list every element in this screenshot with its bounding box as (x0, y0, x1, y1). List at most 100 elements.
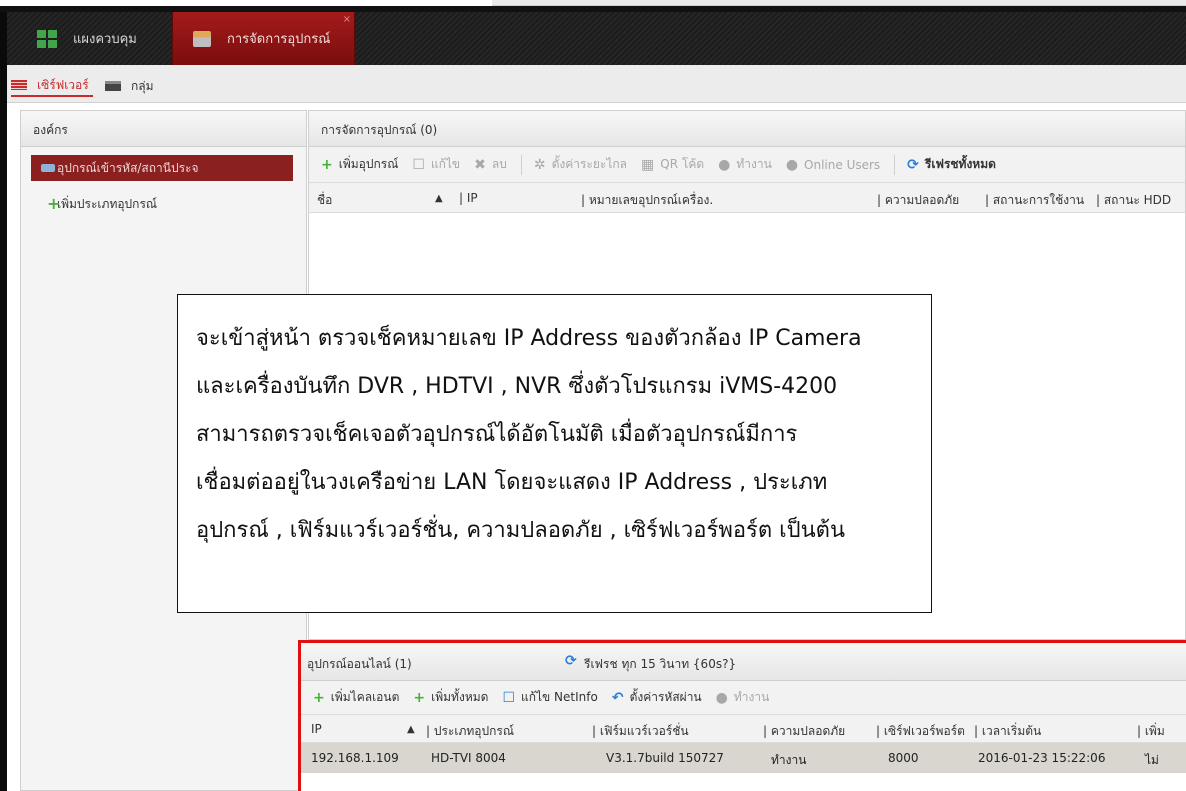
callout-line-3: สามารถตรวจเช็คเจอตัวอุปกรณ์ได้อัตโนมัติ … (196, 422, 798, 447)
delete-icon: ✖ (474, 156, 486, 173)
online-devices-panel: อุปกรณ์ออนไลน์ (1) ⟳ รีเฟรช ทุก 15 วินาท… (298, 640, 1186, 791)
tab-device-management-label: การจัดการอุปกรณ์ (227, 32, 331, 47)
callout-line-2: และเครื่องบันทึก DVR , HDTVI , NVR ซึ่งต… (196, 374, 838, 399)
annotation-callout: จะเข้าสู่หน้า ตรวจเช็คหมายเลข IP Address… (177, 294, 932, 613)
refresh-icon: ⟳ (907, 156, 919, 173)
remote-config-label: ตั้งค่าระยะไกล (551, 157, 628, 171)
org-item-encoding-device[interactable]: อุปกรณ์เข้ารหัส/สถานีประจ (31, 155, 293, 181)
tab-group-label: กลุ่ม (131, 78, 154, 93)
cell-device-type: HD-TVI 8004 (431, 751, 506, 765)
organization-panel-title: องค์กร (21, 111, 306, 147)
encoder-device-icon (41, 164, 55, 172)
online-activate-label: ทำงาน (733, 690, 770, 704)
callout-line-4: เชื่อมต่ออยู่ในวงเครือข่าย LAN โดยจะแสดง… (196, 470, 828, 495)
sort-ascending-icon: ▲ (407, 724, 415, 735)
remote-config-button[interactable]: ✲ ตั้งค่าระยะไกล (534, 155, 627, 174)
online-users-label: Online Users (804, 157, 881, 172)
grid-icon (37, 29, 57, 48)
online-devices-header: อุปกรณ์ออนไลน์ (1) ⟳ รีเฟรช ทุก 15 วินาท… (301, 643, 1186, 681)
add-all-button[interactable]: + เพิ่มทั้งหมด (413, 688, 488, 707)
undo-icon: ↶ (611, 689, 624, 706)
column-header-firmware[interactable]: | เฟิร์มแวร์เวอร์ชั่น (592, 722, 689, 741)
add-device-button[interactable]: + เพิ่มอุปกรณ์ (321, 155, 398, 174)
refresh-all-button[interactable]: ⟳ รีเฟรชทั้งหมด (907, 155, 996, 174)
user-icon: ● (785, 156, 799, 173)
org-item-encoding-device-label: อุปกรณ์เข้ารหัส/สถานีประจ (57, 160, 199, 175)
column-header-device-type[interactable]: | ประเภทอุปกรณ์ (426, 722, 514, 741)
callout-line-5: อุปกรณ์ , เฟิร์มแวร์เวอร์ชั่น, ความปลอดภ… (196, 518, 845, 543)
device-manager-icon (193, 30, 211, 47)
sort-ascending-icon: ▲ (435, 193, 443, 204)
add-all-label: เพิ่มทั้งหมด (431, 690, 489, 704)
tab-server[interactable]: เซิร์ฟเวอร์ (11, 75, 93, 97)
column-header-added[interactable]: | เพิ่ม (1137, 722, 1165, 741)
toolbar-divider (894, 154, 896, 175)
server-icon (11, 80, 27, 90)
delete-device-button[interactable]: ✖ ลบ (474, 155, 507, 174)
online-table-header: IP ▲ | ประเภทอุปกรณ์ | เฟิร์มแวร์เวอร์ชั… (301, 715, 1186, 743)
tab-control-panel-label: แผงควบคุม (73, 32, 137, 47)
edit-netinfo-button[interactable]: ☐ แก้ไข NetInfo (502, 688, 597, 707)
plus-icon: + (47, 194, 61, 213)
column-header-hdd-status[interactable]: | สถานะ HDD (1096, 191, 1171, 210)
lightbulb-icon: ● (715, 689, 728, 706)
column-header-name[interactable]: ชื่อ (317, 191, 332, 210)
qr-code-icon: ▦ (641, 156, 655, 173)
column-header-start-time[interactable]: | เวลาเริ่มต้น (974, 722, 1041, 741)
toolbar-divider (520, 154, 522, 175)
qr-code-button[interactable]: ▦ QR โค้ด (641, 155, 704, 174)
plus-icon: + (321, 156, 333, 173)
main-tab-bar: แผงควบคุม การจัดการอุปกรณ์ × (7, 12, 1186, 65)
column-header-security[interactable]: | ความปลอดภัย (763, 722, 845, 741)
tab-group[interactable]: กลุ่ม (105, 75, 154, 97)
tab-server-label: เซิร์ฟเวอร์ (37, 77, 89, 92)
tab-control-panel[interactable]: แผงควบคุม (37, 12, 167, 65)
lightbulb-icon: ● (718, 156, 731, 173)
device-management-title: การจัดการอุปกรณ์ (0) (309, 111, 1185, 147)
device-toolbar: + เพิ่มอุปกรณ์ ☐ แก้ไข ✖ ลบ ✲ ตั้งค่าระย… (309, 147, 1185, 183)
cell-added: ไม่ (1145, 753, 1159, 767)
edit-device-label: แก้ไข (430, 157, 461, 171)
device-table-header: ชื่อ ▲ | IP | หมายเลขอุปกรณ์เครื่อง. | ค… (309, 183, 1185, 213)
add-client-label: เพิ่มไคลเอนต (330, 690, 400, 704)
cell-start-time: 2016-01-23 15:22:06 (978, 751, 1106, 765)
reset-password-label: ตั้งค่ารหัสผ่าน (629, 690, 702, 704)
close-tab-icon[interactable]: × (343, 14, 351, 25)
table-row[interactable]: 192.168.1.109 HD-TVI 8004 V3.1.7build 15… (301, 743, 1186, 773)
column-header-ip[interactable]: | IP (459, 191, 478, 205)
cell-ip: 192.168.1.109 (311, 751, 399, 765)
online-activate-button[interactable]: ● ทำงาน (716, 688, 770, 707)
online-users-button[interactable]: ● Online Users (786, 157, 880, 173)
refresh-interval-text[interactable]: รีเฟรช ทุก 15 วินาท {60s?} (584, 655, 736, 674)
qr-code-label: QR โค้ด (660, 157, 705, 171)
activate-label: ทำงาน (736, 157, 772, 171)
ivms-window: แผงควบคุม การจัดการอุปกรณ์ × เซิร์ฟเวอร์… (0, 0, 1186, 791)
column-header-security[interactable]: | ความปลอดภัย (877, 191, 959, 210)
reset-password-button[interactable]: ↶ ตั้งค่ารหัสผ่าน (612, 688, 702, 707)
plus-icon: + (313, 689, 325, 706)
refresh-icon: ⟳ (565, 653, 577, 669)
column-header-serial[interactable]: | หมายเลขอุปกรณ์เครื่อง. (581, 191, 713, 210)
edit-icon: ☐ (502, 689, 515, 706)
cell-server-port: 8000 (888, 751, 919, 765)
activate-button[interactable]: ● ทำงาน (718, 155, 772, 174)
online-toolbar: + เพิ่มไคลเอนต + เพิ่มทั้งหมด ☐ แก้ไข Ne… (301, 681, 1186, 715)
column-header-server-port[interactable]: | เซิร์ฟเวอร์พอร์ต (876, 722, 965, 741)
edit-icon: ☐ (412, 156, 425, 173)
cell-firmware: V3.1.7build 150727 (606, 751, 724, 765)
online-devices-title: อุปกรณ์ออนไลน์ (1) (307, 657, 412, 671)
delete-device-label: ลบ (491, 157, 507, 171)
column-header-ip[interactable]: IP (311, 722, 322, 736)
plus-icon: + (413, 689, 426, 706)
edit-netinfo-label: แก้ไข NetInfo (521, 690, 598, 704)
add-device-label: เพิ่มอุปกรณ์ (338, 157, 399, 171)
add-client-button[interactable]: + เพิ่มไคลเอนต (313, 688, 399, 707)
tab-device-management[interactable]: การจัดการอุปกรณ์ × (172, 12, 355, 65)
callout-line-1: จะเข้าสู่หน้า ตรวจเช็คหมายเลข IP Address… (196, 326, 862, 351)
column-header-usage-status[interactable]: | สถานะการใช้งาน (985, 191, 1084, 210)
window-top-strip (0, 0, 1186, 12)
org-item-add-device-type-label: เพิ่มประเภทอุปกรณ์ (57, 196, 158, 211)
org-item-add-device-type[interactable]: + เพิ่มประเภทอุปกรณ์ (31, 191, 293, 217)
edit-device-button[interactable]: ☐ แก้ไข (412, 155, 460, 174)
refresh-all-label: รีเฟรชทั้งหมด (924, 157, 996, 171)
